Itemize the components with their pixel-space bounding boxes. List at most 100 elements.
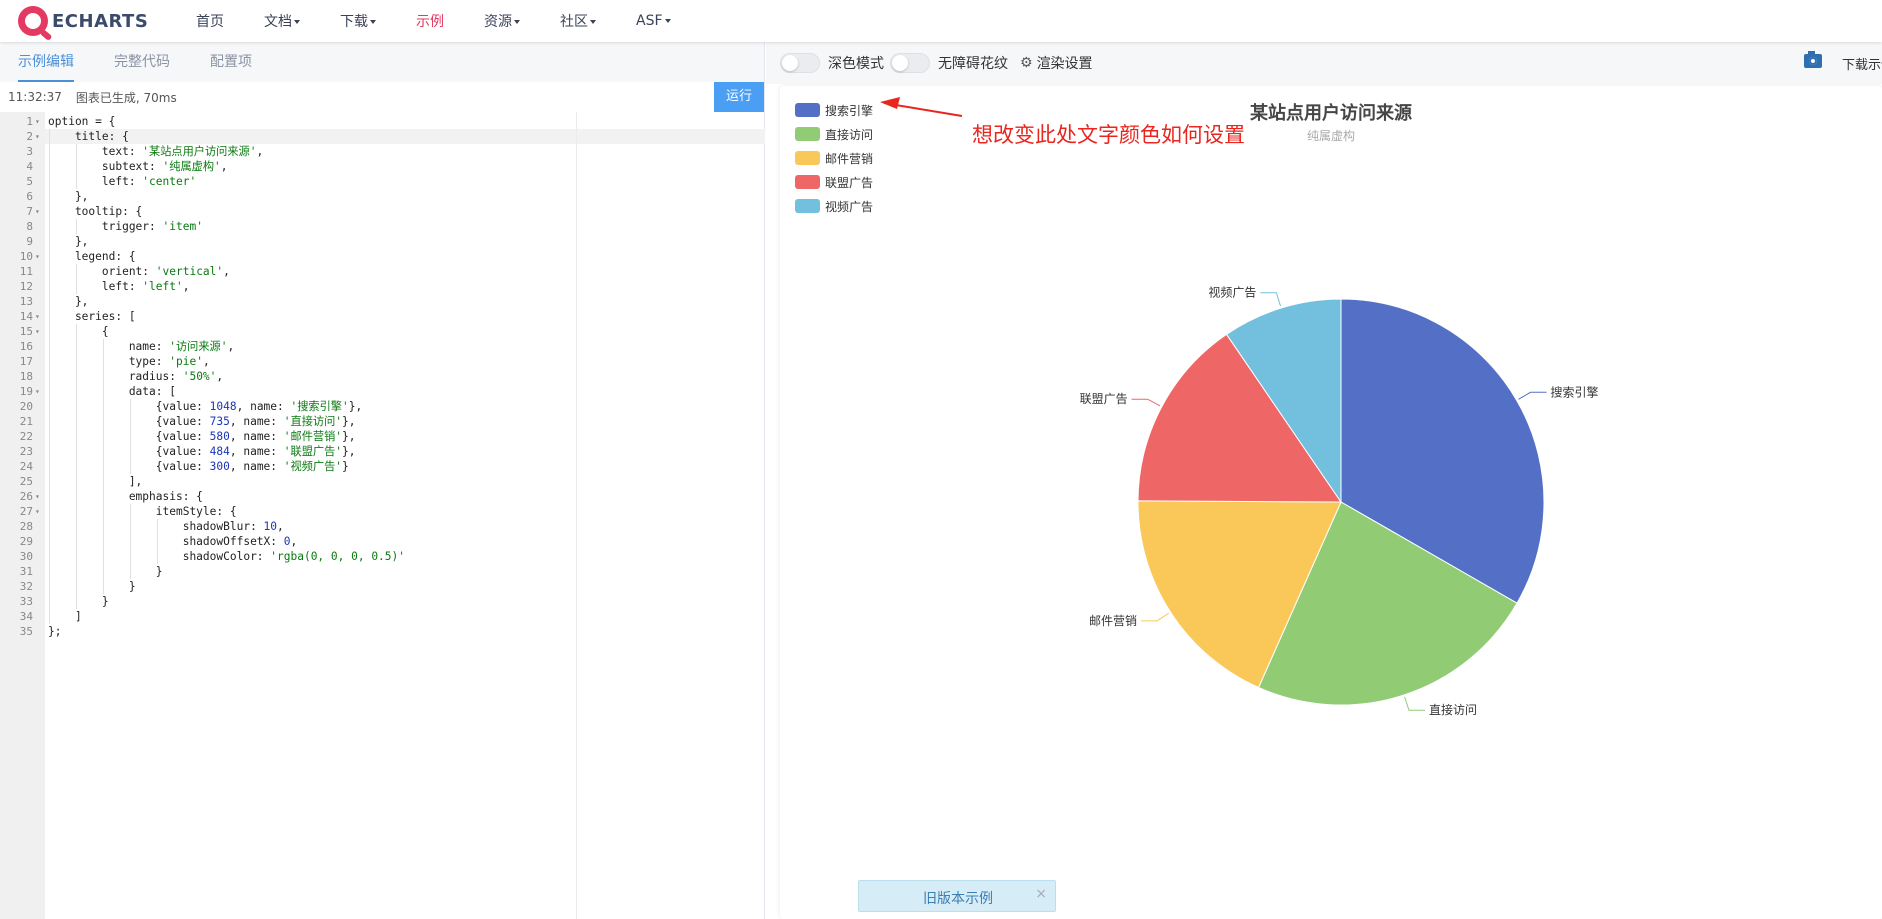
line-number: 35: [19, 625, 33, 638]
code-editor[interactable]: 1 ▾ option = {2 ▾ title: {3 text: '某站点用户访问来…: [0, 112, 765, 919]
indent-guide: [49, 459, 50, 474]
indent-guide: [49, 609, 50, 624]
nav-item-label: 文档: [264, 14, 292, 30]
indent-guide: [103, 354, 104, 369]
legend-item[interactable]: 直接访问: [795, 122, 873, 146]
indent-guide: [76, 414, 77, 429]
code-text: title: {: [48, 130, 129, 143]
indent-guide: [49, 279, 50, 294]
indent-guide: [76, 369, 77, 384]
nav-item-6[interactable]: ASF: [636, 13, 671, 29]
close-icon[interactable]: ×: [1035, 886, 1047, 902]
fold-arrow-icon[interactable]: ▾: [35, 249, 40, 264]
code-line: 4 subtext: '纯属虚构',: [0, 159, 765, 174]
line-number: 28: [19, 520, 33, 533]
indent-guide: [49, 399, 50, 414]
editor-tab-1[interactable]: 完整代码: [114, 42, 170, 82]
slice-label: 联盟广告: [1080, 392, 1128, 406]
line-number: 4: [26, 160, 33, 173]
indent-guide: [103, 474, 104, 489]
caret-down-icon: [294, 20, 300, 24]
render-settings-button[interactable]: 渲染设置: [1037, 53, 1093, 73]
indent-guide: [49, 129, 50, 144]
nav-item-4[interactable]: 资源: [484, 11, 520, 31]
nav-item-1[interactable]: 文档: [264, 11, 300, 31]
legend-label: 搜索引擎: [825, 103, 874, 118]
editor-tab-2[interactable]: 配置项: [210, 42, 252, 82]
legend-item[interactable]: 联盟广告: [795, 170, 873, 194]
camera-icon[interactable]: [1804, 51, 1822, 68]
line-number: 16: [19, 340, 33, 353]
code-text: }: [48, 580, 136, 593]
chart-title: 某站点用户访问来源: [1250, 103, 1412, 124]
caret-down-icon: [514, 20, 520, 24]
legend-swatch: [795, 103, 820, 117]
indent-guide: [103, 564, 104, 579]
indent-guide: [49, 294, 50, 309]
line-number: 32: [19, 580, 33, 593]
code-line: 34 ]: [0, 609, 765, 624]
code-line: 27 ▾ itemStyle: {: [0, 504, 765, 519]
indent-guide: [103, 399, 104, 414]
line-number: 1: [26, 115, 33, 128]
code-text: {value: 735, name: '直接访问'},: [48, 415, 356, 428]
old-version-banner[interactable]: 旧版本示例 ×: [858, 880, 1056, 912]
caret-down-icon: [370, 20, 376, 24]
indent-guide: [76, 429, 77, 444]
fold-arrow-icon[interactable]: ▾: [35, 114, 40, 129]
label-line: [1518, 391, 1547, 400]
code-line: 18 radius: '50%',: [0, 369, 765, 384]
indent-guide: [49, 144, 50, 159]
code-text: }: [48, 595, 109, 608]
nav-item-label: 资源: [484, 14, 512, 30]
fold-arrow-icon[interactable]: ▾: [35, 204, 40, 219]
nav-item-label: 示例: [416, 14, 444, 30]
indent-guide: [130, 459, 131, 474]
nav-item-3[interactable]: 示例: [416, 11, 444, 31]
indent-guide: [103, 444, 104, 459]
editor-tab-0[interactable]: 示例编辑: [18, 42, 74, 82]
line-number: 15: [19, 325, 33, 338]
indent-guide: [49, 564, 50, 579]
code-text: option = {: [48, 115, 116, 128]
legend-item[interactable]: 视频广告: [795, 194, 873, 218]
fold-arrow-icon[interactable]: ▾: [35, 489, 40, 504]
legend-item[interactable]: 邮件营销: [795, 146, 873, 170]
run-button[interactable]: 运行: [714, 82, 764, 112]
indent-guide: [103, 339, 104, 354]
indent-guide: [49, 219, 50, 234]
legend-swatch: [795, 151, 820, 165]
legend-item[interactable]: 搜索引擎: [795, 98, 873, 122]
download-example-button[interactable]: 下载示例: [1842, 54, 1882, 73]
line-number: 29: [19, 535, 33, 548]
old-version-link[interactable]: 旧版本示例: [859, 888, 1057, 908]
aria-decal-label: 无障碍花纹: [938, 56, 1008, 72]
indent-guide: [49, 429, 50, 444]
line-number: 33: [19, 595, 33, 608]
fold-arrow-icon[interactable]: ▾: [35, 384, 40, 399]
code-line: 20 {value: 1048, name: '搜索引擎'},: [0, 399, 765, 414]
line-number: 27: [19, 505, 33, 518]
label-line: [1131, 398, 1161, 407]
nav-item-5[interactable]: 社区: [560, 11, 596, 31]
aria-decal-toggle[interactable]: [890, 53, 930, 73]
caret-down-icon: [664, 19, 671, 23]
indent-guide: [103, 519, 104, 534]
gear-icon[interactable]: ⚙: [1020, 55, 1033, 71]
legend-swatch: [795, 175, 820, 189]
code-text: }: [48, 565, 163, 578]
line-number: 11: [19, 265, 33, 278]
fold-arrow-icon[interactable]: ▾: [35, 504, 40, 519]
indent-guide: [49, 249, 50, 264]
nav-item-2[interactable]: 下载: [340, 11, 376, 31]
indent-guide: [76, 339, 77, 354]
code-text: ]: [48, 610, 82, 623]
line-number: 7: [26, 205, 33, 218]
fold-arrow-icon[interactable]: ▾: [35, 324, 40, 339]
echarts-logo[interactable]: ECHARTS: [18, 4, 148, 38]
indent-guide: [76, 279, 77, 294]
fold-arrow-icon[interactable]: ▾: [35, 309, 40, 324]
nav-item-0[interactable]: 首页: [196, 11, 224, 31]
fold-arrow-icon[interactable]: ▾: [35, 129, 40, 144]
dark-mode-toggle[interactable]: [780, 53, 820, 73]
